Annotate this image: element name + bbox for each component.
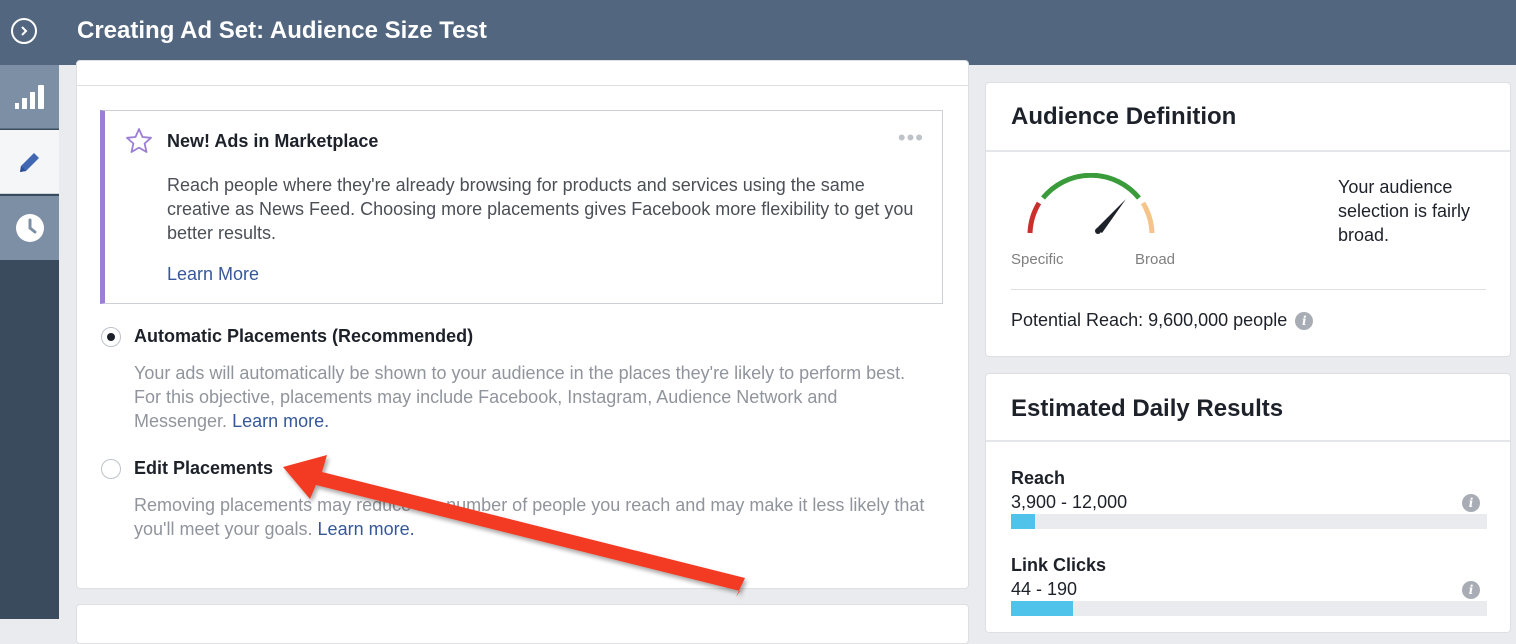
info-icon[interactable]: i [1295, 311, 1314, 330]
divider [986, 150, 1510, 152]
pencil-icon [19, 152, 39, 172]
link-clicks-bar [1011, 601, 1487, 616]
reach-bar [1011, 514, 1487, 529]
edit-learn-more-link[interactable]: Learn more. [318, 519, 415, 539]
page-title: Creating Ad Set: Audience Size Test [77, 17, 487, 44]
divider [77, 85, 968, 86]
metric-label-reach: Reach [1011, 468, 1066, 488]
divider [986, 440, 1510, 442]
learn-more-link[interactable]: Learn More [167, 264, 259, 285]
automatic-placements-radio[interactable] [101, 327, 121, 347]
more-options-icon[interactable]: ••• [898, 127, 924, 149]
bar-chart-icon [14, 84, 44, 109]
edit-placements-radio[interactable] [101, 459, 121, 479]
automatic-placements-description: Your ads will automatically be shown to … [134, 361, 934, 433]
gauge-label-specific: Specific [1011, 251, 1064, 268]
metric-value-link-clicks: 44 - 190 [1011, 579, 1078, 599]
metric-label-link-clicks: Link Clicks [1011, 555, 1107, 575]
audience-definition-title: Audience Definition [1011, 103, 1237, 130]
notice-body: Reach people where they're already brows… [167, 175, 914, 243]
link-clicks-bar-fill [1011, 601, 1073, 616]
left-rail [0, 65, 59, 619]
next-section-panel [76, 604, 969, 644]
marketplace-notice: New! Ads in Marketplace ••• Reach people… [100, 110, 943, 304]
edit-placements-label[interactable]: Edit Placements [134, 458, 273, 479]
rail-item-reporting[interactable] [0, 65, 59, 129]
edit-description-text: Removing placements may reduce the numbe… [134, 495, 925, 539]
reach-bar-fill [1011, 514, 1035, 529]
edit-placements-description: Removing placements may reduce the numbe… [134, 493, 934, 541]
rail-item-history[interactable] [0, 196, 59, 260]
daily-results-title: Estimated Daily Results [1011, 395, 1284, 422]
divider [1011, 289, 1486, 290]
automatic-learn-more-link[interactable]: Learn more. [232, 411, 329, 431]
automatic-placements-label[interactable]: Automatic Placements (Recommended) [134, 326, 473, 347]
info-icon[interactable]: i [1462, 494, 1480, 512]
daily-results-panel: Estimated Daily Results Reach 3,900 - 12… [985, 373, 1511, 633]
star-icon [126, 128, 152, 153]
audience-gauge [1027, 173, 1155, 234]
potential-reach: Potential Reach: 9,600,000 people i [1011, 310, 1314, 331]
info-icon[interactable]: i [1462, 581, 1480, 599]
potential-reach-text: Potential Reach: 9,600,000 people [1011, 310, 1288, 330]
top-bar: Creating Ad Set: Audience Size Test [0, 0, 1516, 65]
gauge-label-broad: Broad [1135, 251, 1176, 268]
clock-icon [15, 214, 44, 242]
notice-title: New! Ads in Marketplace [167, 131, 379, 151]
metric-value-reach: 3,900 - 12,000 [1011, 492, 1128, 512]
rail-item-edit[interactable] [0, 130, 59, 194]
audience-definition-panel: Audience Definition Specific Broad Your … [985, 82, 1511, 357]
audience-summary: Your audience selection is fairly broad. [1338, 177, 1471, 245]
chevron-right-icon [21, 26, 28, 36]
expand-panel-button[interactable] [11, 18, 37, 44]
